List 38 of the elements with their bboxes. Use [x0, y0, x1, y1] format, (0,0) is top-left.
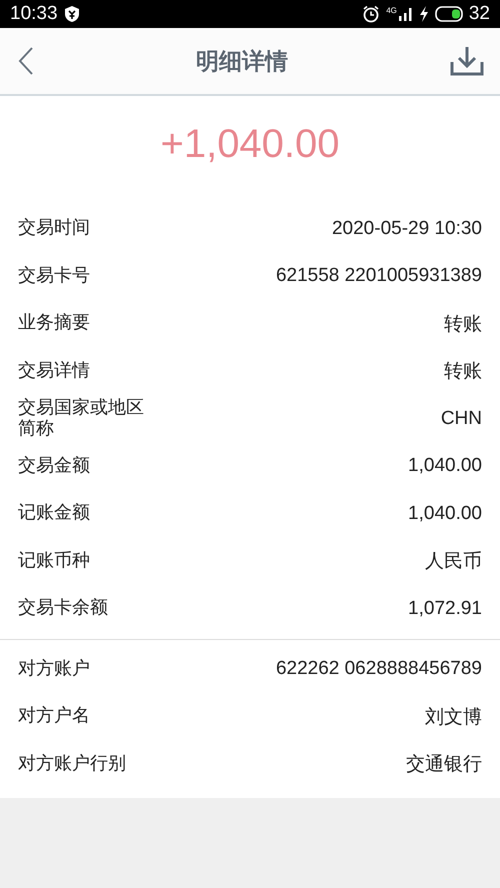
field-label: 交易国家或地区简称 [18, 398, 145, 440]
signal-icon [398, 7, 413, 21]
shield-icon [64, 5, 80, 23]
network-label: 4G [386, 6, 397, 15]
field-value: 刘文博 [425, 706, 482, 730]
field-label: 交易卡余额 [18, 598, 109, 620]
field-value: 622262 0628888456789 [276, 658, 482, 680]
field-value: 转账 [444, 312, 482, 337]
clock-time: 10:33 [10, 3, 58, 25]
field-value: CHN [440, 408, 482, 430]
alarm-icon [362, 5, 380, 23]
field-value: 2020-05-29 10:30 [332, 218, 482, 240]
field-value: 621558 2201005931389 [276, 265, 482, 288]
field-label: 业务摘要 [18, 313, 91, 334]
page-title: 明细详情 [196, 48, 288, 76]
field-label: 对方户名 [18, 706, 91, 728]
field-label: 交易卡号 [18, 266, 91, 287]
lightning-icon [418, 6, 429, 22]
field-label: 记账币种 [18, 550, 91, 572]
download-icon [450, 46, 484, 76]
back-icon [18, 47, 34, 75]
field-value: 转账 [444, 360, 482, 384]
field-label: 交易时间 [18, 218, 91, 240]
field-value: 1,072.91 [408, 598, 482, 620]
back-button[interactable] [18, 47, 34, 75]
field-value: 交通银行 [406, 753, 482, 778]
field-label: 记账金额 [18, 503, 91, 524]
download-button[interactable] [450, 46, 484, 76]
field-label: 交易详情 [18, 360, 91, 382]
amount-text: +1,040.00 [159, 121, 341, 168]
field-label: 交易金额 [18, 456, 91, 477]
field-value: 人民币 [425, 550, 482, 574]
field-label: 对方账户行别 [18, 754, 127, 775]
battery-level: 32 [468, 3, 490, 25]
field-value: 1,040.00 [408, 455, 482, 478]
battery-icon [434, 6, 463, 22]
field-label: 对方账户 [18, 658, 91, 680]
field-value: 1,040.00 [408, 502, 482, 525]
